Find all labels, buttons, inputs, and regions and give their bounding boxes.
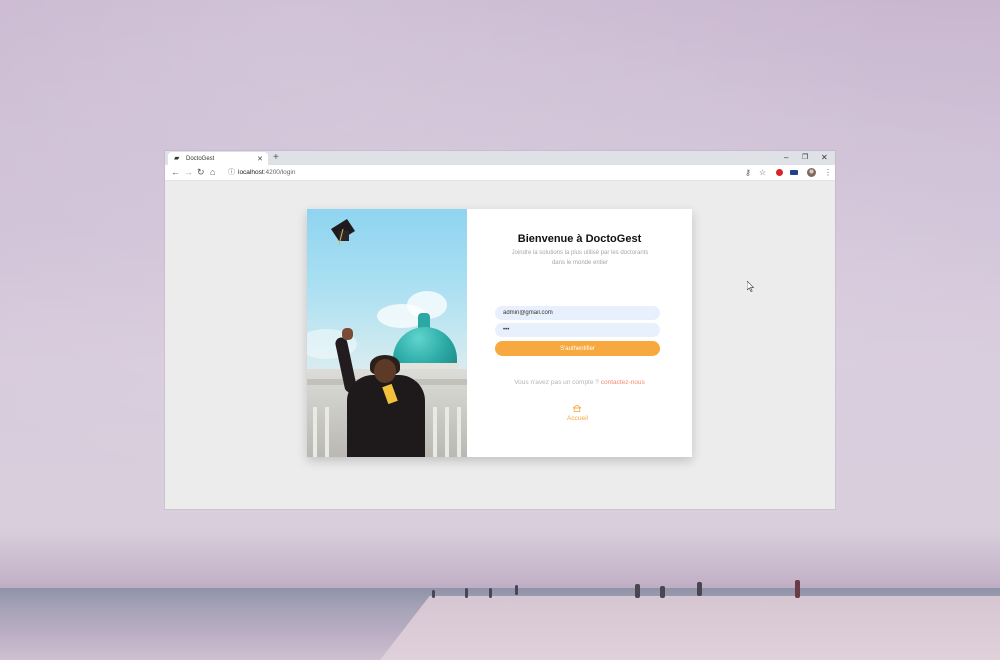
no-account-text: Vous n'avez pas un compte ? contactez-no…	[467, 379, 692, 386]
no-account-label: Vous n'avez pas un compte ?	[514, 379, 599, 386]
wallpaper-person	[465, 588, 468, 598]
plus-icon[interactable]: +	[273, 152, 279, 164]
wallpaper-person	[432, 590, 435, 598]
page-subtitle: Joindre la solutions la plus utilisé par…	[511, 250, 649, 266]
extension-icon[interactable]	[790, 170, 798, 175]
wallpaper-person	[660, 586, 665, 598]
opera-extension-icon[interactable]	[776, 169, 783, 176]
kebab-icon[interactable]: ⋮	[824, 167, 832, 178]
wallpaper-person	[795, 580, 800, 598]
photo-column	[313, 407, 317, 457]
photo-column	[325, 407, 329, 457]
photo-column	[445, 407, 449, 457]
reload-icon[interactable]: ↻	[197, 167, 205, 178]
browser-toolbar: ← → ↻ ⌂ ⓘ localhost:4200/login ⚷ ☆ ⋮	[165, 165, 835, 181]
restore-icon[interactable]: ❐	[802, 152, 808, 164]
key-icon[interactable]: ⚷	[745, 167, 751, 178]
tab-title: DoctoGest	[186, 155, 215, 162]
desktop-wallpaper-beach	[380, 596, 1000, 660]
login-form: Bienvenue à DoctoGest Joindre la solutio…	[467, 209, 692, 457]
tab-strip: ▰ DoctoGest ✕ + – ❐ ✕	[165, 151, 835, 165]
browser-window: ▰ DoctoGest ✕ + – ❐ ✕ ← → ↻ ⌂ ⓘ localhos…	[165, 151, 835, 509]
arrow-right-icon[interactable]: →	[184, 167, 193, 178]
wallpaper-person	[515, 585, 518, 595]
mouse-cursor-icon	[747, 281, 755, 292]
photo-dome	[393, 327, 457, 365]
home-icon[interactable]: ⌂	[210, 167, 215, 178]
page-title: Bienvenue à DoctoGest	[517, 233, 642, 245]
password-field[interactable]	[495, 323, 660, 337]
minimize-icon[interactable]: –	[784, 152, 788, 164]
email-field[interactable]	[495, 306, 660, 320]
wallpaper-person	[489, 588, 492, 598]
graduation-cap-icon: ▰	[174, 154, 180, 162]
arrow-left-icon[interactable]: ←	[171, 167, 180, 178]
wallpaper-person	[635, 584, 640, 598]
browser-tab[interactable]: ▰ DoctoGest ✕	[168, 152, 268, 165]
home-link[interactable]: Accueil	[467, 415, 688, 422]
close-window-icon[interactable]: ✕	[821, 152, 828, 164]
star-icon[interactable]: ☆	[759, 167, 766, 178]
photo-fist	[342, 328, 353, 340]
house-icon[interactable]	[573, 405, 581, 412]
address-bar[interactable]: ⓘ localhost:4200/login	[223, 167, 763, 178]
graduation-cap-icon	[331, 219, 355, 246]
photo-column	[457, 407, 461, 457]
close-icon[interactable]: ✕	[257, 155, 263, 163]
graduation-photo	[307, 209, 467, 457]
photo-head	[374, 359, 396, 383]
contact-link[interactable]: contactez-nous	[601, 379, 645, 386]
wallpaper-person	[697, 582, 702, 596]
login-button[interactable]: S'authentifier	[495, 341, 660, 356]
avatar[interactable]	[807, 168, 816, 177]
login-card: Bienvenue à DoctoGest Joindre la solutio…	[307, 209, 692, 457]
photo-column	[433, 407, 437, 457]
page-viewport: Bienvenue à DoctoGest Joindre la solutio…	[165, 181, 835, 509]
address-text[interactable]: localhost:4200/login	[238, 167, 295, 178]
info-icon[interactable]: ⓘ	[228, 167, 235, 178]
